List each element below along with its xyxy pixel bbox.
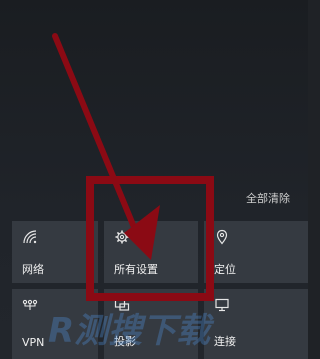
quick-action-vpn[interactable]: VPN <box>12 289 98 359</box>
quick-action-label: 网络 <box>22 263 44 276</box>
quick-action-label: 所有设置 <box>114 263 158 276</box>
quick-action-label: 定位 <box>214 263 236 276</box>
gear-icon <box>115 230 129 244</box>
quick-action-all-settings[interactable]: 所有设置 <box>104 221 198 283</box>
vpn-icon <box>22 299 38 310</box>
quick-actions-grid: 网络 所有设置 定位 VPN 投影 连接 <box>0 221 308 359</box>
location-icon <box>216 229 228 245</box>
action-center-panel: 全部清除 网络 所有设置 定位 VPN 投影 连接 <box>0 0 308 359</box>
project-icon <box>114 299 130 311</box>
quick-action-location[interactable]: 定位 <box>204 221 308 283</box>
quick-action-project[interactable]: 投影 <box>104 289 198 359</box>
clear-all-link[interactable]: 全部清除 <box>246 190 290 206</box>
quick-action-label: VPN <box>22 336 45 349</box>
quick-action-connect[interactable]: 连接 <box>204 289 308 359</box>
quick-action-network[interactable]: 网络 <box>12 221 98 283</box>
connect-icon <box>215 298 229 312</box>
quick-action-label: 投影 <box>114 335 136 348</box>
quick-action-label: 连接 <box>214 335 236 348</box>
network-signal-icon <box>23 230 37 244</box>
